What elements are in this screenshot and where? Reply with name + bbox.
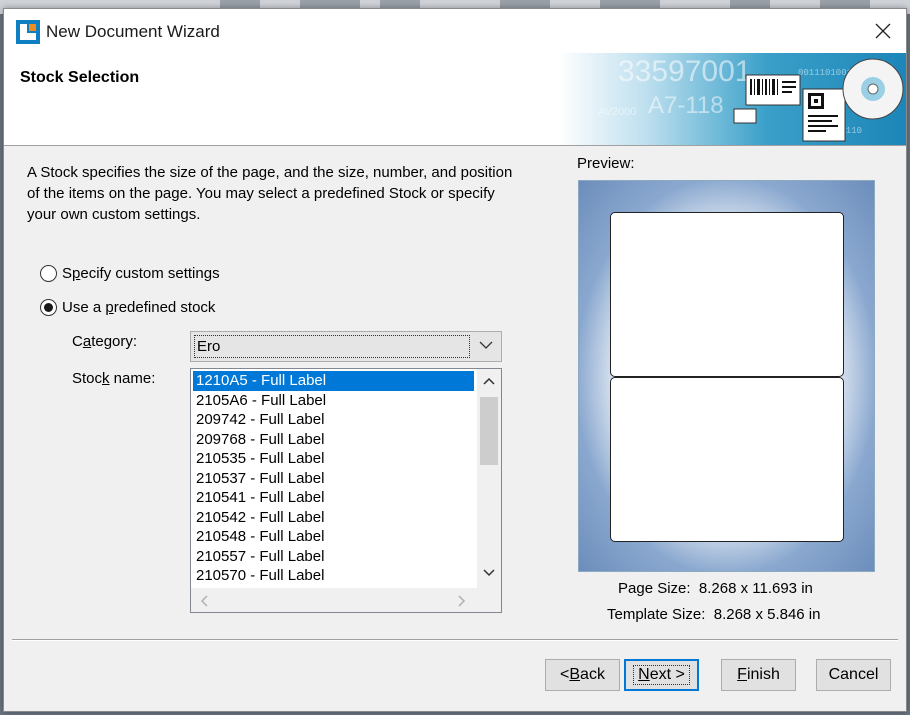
predefined-stock-label: Use a predefined stock [62,299,216,316]
category-value: Ero [194,335,470,358]
stock-list-item[interactable]: 210570 - Full Label [193,566,474,586]
custom-settings-label: Specify custom settings [62,265,220,282]
scroll-left-icon[interactable] [200,595,208,607]
horizontal-scrollbar[interactable] [191,588,477,612]
svg-text:A7-118: A7-118 [648,92,724,119]
close-button[interactable] [860,9,906,53]
stock-list-item[interactable]: 1210A5 - Full Label [193,371,474,391]
wizard-header: Stock Selection 33597001 A7-118 AV2000 0… [4,53,906,146]
vertical-scrollbar[interactable] [477,369,501,588]
radio-checked-icon [40,299,57,316]
stock-list-item[interactable]: 210541 - Full Label [193,488,474,508]
stock-list-item[interactable]: 210537 - Full Label [193,469,474,489]
preview-label: Preview: [577,155,635,172]
stock-name-label: Stock name: [72,370,156,387]
svg-text:AV2000: AV2000 [598,106,636,118]
category-label: Category: [72,333,138,350]
description-text: A Stock specifies the size of the page, … [27,164,513,223]
next-button[interactable]: Next > [624,659,699,691]
chevron-down-icon [479,341,493,349]
scroll-down-icon[interactable] [483,569,495,577]
template-size-value: 8.268 x 5.846 in [713,606,821,623]
stock-list-item[interactable]: 210557 - Full Label [193,547,474,567]
stock-name-list[interactable]: 1210A5 - Full Label 2105A6 - Full Label 20… [190,368,502,613]
svg-text:33597001: 33597001 [618,55,751,88]
stock-name-items: 1210A5 - Full Label 2105A6 - Full Label 20… [193,371,474,586]
predefined-stock-radio[interactable]: Use a predefined stock [40,299,215,316]
stock-list-item[interactable]: 210535 - Full Label [193,449,474,469]
stock-list-item[interactable]: 209768 - Full Label [193,430,474,450]
footer-separator [12,639,898,641]
scrollbar-thumb[interactable] [480,397,498,465]
header-banner-image: 33597001 A7-118 AV2000 0011101001011 101… [558,53,906,145]
stock-list-item[interactable]: 2105A6 - Full Label [193,391,474,411]
radio-unchecked-icon [40,265,57,282]
back-button[interactable]: < Back [545,659,620,691]
stock-list-item[interactable]: 209742 - Full Label [193,410,474,430]
wizard-window: New Document Wizard Stock Selection 3359… [3,8,907,712]
window-title: New Document Wizard [46,22,220,41]
preview-template-top [610,212,844,377]
scroll-right-icon[interactable] [458,595,466,607]
preview-template-bottom [610,377,844,542]
stock-list-item[interactable]: 210542 - Full Label [193,508,474,528]
template-size-info: Template Size: 8.268 x 5.846 in [607,606,821,623]
cancel-button[interactable]: Cancel [816,659,891,691]
app-logo-icon [16,20,40,44]
stock-list-item[interactable]: 210548 - Full Label [193,527,474,547]
scrollbar-corner [477,588,501,612]
page-size-info: Page Size: 8.268 x 11.693 in [618,580,813,597]
title-bar: New Document Wizard [4,9,906,53]
custom-settings-radio[interactable]: Specify custom settings [40,265,220,282]
page-size-value: 8.268 x 11.693 in [698,580,813,597]
finish-button[interactable]: Finish [721,659,796,691]
scroll-up-icon[interactable] [483,377,495,385]
page-title: Stock Selection [20,69,140,86]
preview-pane [578,180,875,572]
category-dropdown[interactable]: Ero [190,331,502,362]
close-icon [875,23,891,39]
preview-page [608,210,848,545]
